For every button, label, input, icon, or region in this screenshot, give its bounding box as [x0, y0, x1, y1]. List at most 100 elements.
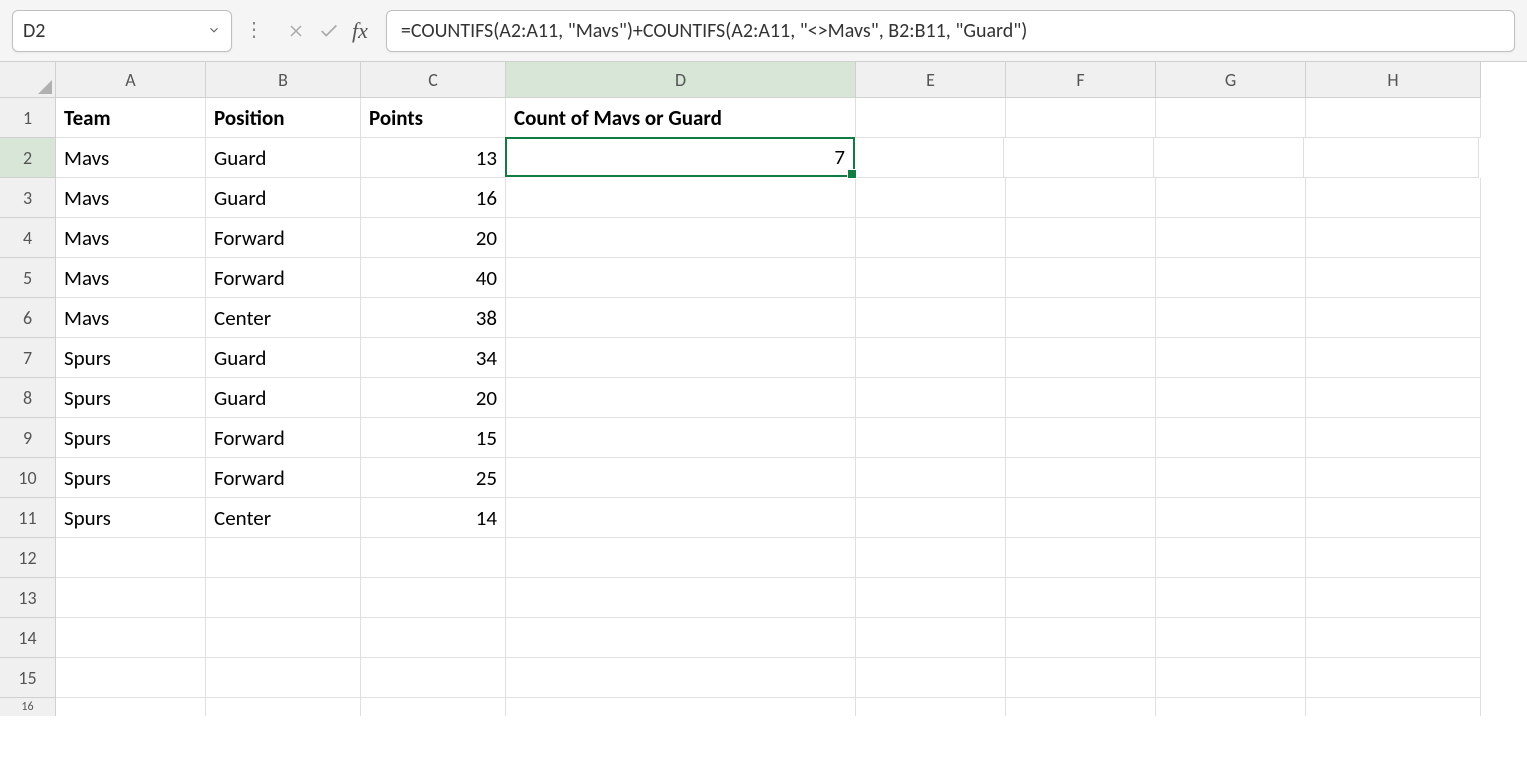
row-header-10[interactable]: 10: [0, 458, 56, 498]
row-header-6[interactable]: 6: [0, 298, 56, 338]
cell-D10[interactable]: [506, 458, 856, 498]
fx-icon[interactable]: fx: [352, 18, 368, 44]
cell-B11[interactable]: Center: [206, 498, 361, 538]
cell-D13[interactable]: [506, 578, 856, 618]
cell-H7[interactable]: [1306, 338, 1481, 378]
cell-F10[interactable]: [1006, 458, 1156, 498]
row-header-14[interactable]: 14: [0, 618, 56, 658]
row-header-4[interactable]: 4: [0, 218, 56, 258]
cell-H2[interactable]: [1304, 138, 1479, 178]
cell-F13[interactable]: [1006, 578, 1156, 618]
cell-D5[interactable]: [506, 258, 856, 298]
cell-H3[interactable]: [1306, 178, 1481, 218]
select-all-corner[interactable]: [0, 62, 56, 98]
cell-C14[interactable]: [361, 618, 506, 658]
row-header-15[interactable]: 15: [0, 658, 56, 698]
cell-G15[interactable]: [1156, 658, 1306, 698]
cell-C9[interactable]: 15: [361, 418, 506, 458]
cell-D3[interactable]: [506, 178, 856, 218]
cell-A16[interactable]: [56, 698, 206, 716]
cell-A2[interactable]: Mavs: [56, 138, 206, 178]
accept-formula-icon[interactable]: [318, 20, 340, 42]
cell-C7[interactable]: 34: [361, 338, 506, 378]
column-header-C[interactable]: C: [361, 62, 506, 98]
cell-A8[interactable]: Spurs: [56, 378, 206, 418]
cell-A5[interactable]: Mavs: [56, 258, 206, 298]
column-header-D[interactable]: D: [506, 62, 856, 98]
cell-B14[interactable]: [206, 618, 361, 658]
column-header-H[interactable]: H: [1306, 62, 1481, 98]
chevron-down-icon[interactable]: [207, 19, 221, 43]
cell-D9[interactable]: [506, 418, 856, 458]
row-header-8[interactable]: 8: [0, 378, 56, 418]
cell-A10[interactable]: Spurs: [56, 458, 206, 498]
cell-C13[interactable]: [361, 578, 506, 618]
cell-F4[interactable]: [1006, 218, 1156, 258]
cell-D1[interactable]: Count of Mavs or Guard: [506, 98, 856, 138]
cell-G1[interactable]: [1156, 98, 1306, 138]
cell-A3[interactable]: Mavs: [56, 178, 206, 218]
cancel-formula-icon[interactable]: [286, 21, 306, 41]
cell-C16[interactable]: [361, 698, 506, 716]
cell-C6[interactable]: 38: [361, 298, 506, 338]
cell-H11[interactable]: [1306, 498, 1481, 538]
cell-E15[interactable]: [856, 658, 1006, 698]
cell-G5[interactable]: [1156, 258, 1306, 298]
cell-H12[interactable]: [1306, 538, 1481, 578]
cell-E5[interactable]: [856, 258, 1006, 298]
cell-E10[interactable]: [856, 458, 1006, 498]
cell-D2[interactable]: 7: [505, 137, 855, 177]
cell-D14[interactable]: [506, 618, 856, 658]
cell-F5[interactable]: [1006, 258, 1156, 298]
cell-F15[interactable]: [1006, 658, 1156, 698]
cell-G12[interactable]: [1156, 538, 1306, 578]
cell-F7[interactable]: [1006, 338, 1156, 378]
cell-A7[interactable]: Spurs: [56, 338, 206, 378]
cell-B16[interactable]: [206, 698, 361, 716]
cell-B7[interactable]: Guard: [206, 338, 361, 378]
cell-B15[interactable]: [206, 658, 361, 698]
cell-C10[interactable]: 25: [361, 458, 506, 498]
cell-G8[interactable]: [1156, 378, 1306, 418]
cell-C8[interactable]: 20: [361, 378, 506, 418]
cell-F1[interactable]: [1006, 98, 1156, 138]
cell-F9[interactable]: [1006, 418, 1156, 458]
cell-F16[interactable]: [1006, 698, 1156, 716]
cell-H8[interactable]: [1306, 378, 1481, 418]
row-header-3[interactable]: 3: [0, 178, 56, 218]
cell-G4[interactable]: [1156, 218, 1306, 258]
cell-C11[interactable]: 14: [361, 498, 506, 538]
cell-F3[interactable]: [1006, 178, 1156, 218]
row-header-2[interactable]: 2: [0, 138, 56, 178]
cell-E8[interactable]: [856, 378, 1006, 418]
row-header-11[interactable]: 11: [0, 498, 56, 538]
name-box[interactable]: D2: [12, 10, 232, 52]
row-header-7[interactable]: 7: [0, 338, 56, 378]
row-header-13[interactable]: 13: [0, 578, 56, 618]
cell-C15[interactable]: [361, 658, 506, 698]
cell-G14[interactable]: [1156, 618, 1306, 658]
cell-A14[interactable]: [56, 618, 206, 658]
cell-G7[interactable]: [1156, 338, 1306, 378]
cell-B12[interactable]: [206, 538, 361, 578]
cell-A11[interactable]: Spurs: [56, 498, 206, 538]
column-header-B[interactable]: B: [206, 62, 361, 98]
resize-handle-icon[interactable]: ⋮: [240, 28, 268, 33]
cell-D12[interactable]: [506, 538, 856, 578]
cell-F6[interactable]: [1006, 298, 1156, 338]
cell-A15[interactable]: [56, 658, 206, 698]
cell-G6[interactable]: [1156, 298, 1306, 338]
cell-A6[interactable]: Mavs: [56, 298, 206, 338]
cell-B5[interactable]: Forward: [206, 258, 361, 298]
cell-H13[interactable]: [1306, 578, 1481, 618]
cell-H16[interactable]: [1306, 698, 1481, 716]
cell-H10[interactable]: [1306, 458, 1481, 498]
cell-F2[interactable]: [1004, 138, 1154, 178]
cell-A12[interactable]: [56, 538, 206, 578]
cell-E4[interactable]: [856, 218, 1006, 258]
cell-C3[interactable]: 16: [361, 178, 506, 218]
cell-C12[interactable]: [361, 538, 506, 578]
cell-B9[interactable]: Forward: [206, 418, 361, 458]
cell-F12[interactable]: [1006, 538, 1156, 578]
row-header-12[interactable]: 12: [0, 538, 56, 578]
